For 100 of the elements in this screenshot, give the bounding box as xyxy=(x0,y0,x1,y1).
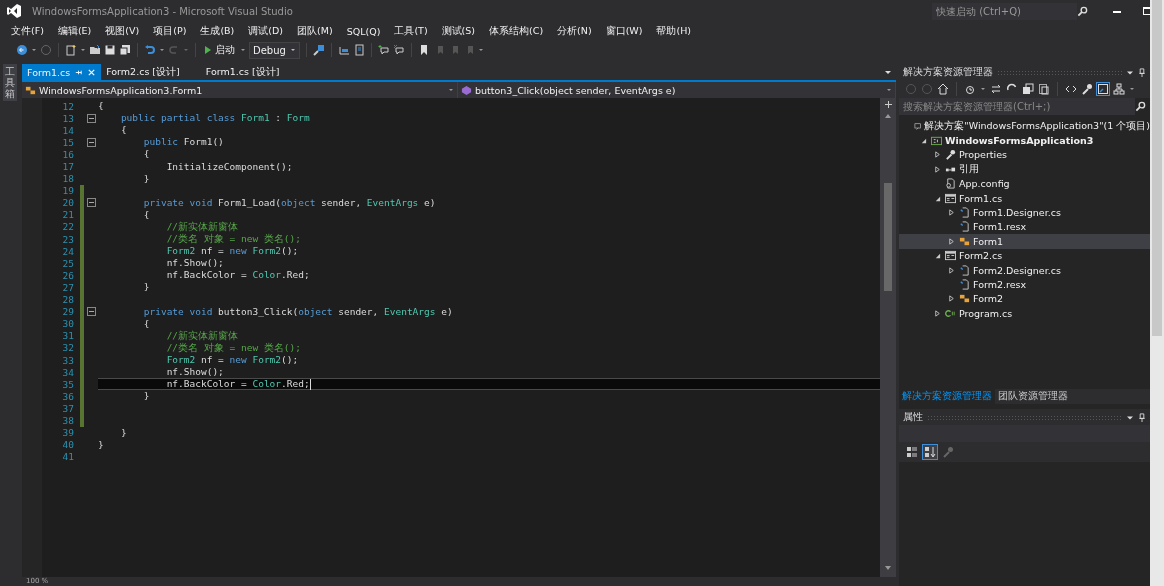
code-view-icon[interactable] xyxy=(1065,83,1077,95)
collapsed-icon[interactable] xyxy=(934,151,941,159)
tree-item[interactable]: 解决方案"WindowsFormsApplication3"(1 个项目) xyxy=(899,119,1150,134)
collapsed-icon[interactable] xyxy=(948,209,955,217)
menu-item[interactable]: 团队(M) xyxy=(290,24,340,38)
categorized-button[interactable] xyxy=(904,444,920,460)
document-tab[interactable]: Form1.cs xyxy=(22,64,102,80)
line-number: 14 xyxy=(61,124,75,136)
find-icon[interactable] xyxy=(313,44,325,56)
member-dropdown[interactable]: button3_Click(object sender, EventArgs e) xyxy=(458,82,896,98)
form-icon xyxy=(945,192,956,204)
menu-item[interactable]: 分析(N) xyxy=(550,24,599,38)
open-folder-icon[interactable] xyxy=(89,44,101,56)
config-dropdown[interactable]: Debug xyxy=(249,41,300,59)
toolbox-tab[interactable]: 工具箱 xyxy=(3,64,17,101)
collapse-icon[interactable] xyxy=(86,307,96,317)
search-field[interactable]: 搜索解决方案资源管理器(Ctrl+;) xyxy=(899,98,1135,115)
collapsed-icon[interactable] xyxy=(934,165,941,173)
tree-item[interactable]: 引用 xyxy=(899,162,1150,177)
vs-logo-icon xyxy=(6,3,22,19)
collapse-all-icon[interactable] xyxy=(1022,83,1034,95)
menu-item[interactable]: 体系结构(C) xyxy=(482,24,551,38)
collapsed-icon[interactable] xyxy=(948,295,955,303)
scroll-down-icon[interactable] xyxy=(884,565,892,571)
code-line: } xyxy=(142,281,150,294)
preview-icon[interactable] xyxy=(1097,83,1109,95)
collapsed-icon[interactable] xyxy=(934,309,941,317)
caret-icon[interactable] xyxy=(478,47,484,53)
collapse-icon[interactable] xyxy=(86,137,96,147)
scroll-up-icon[interactable] xyxy=(884,113,892,119)
back-icon[interactable] xyxy=(16,44,28,56)
save-icon[interactable] xyxy=(104,44,116,56)
save-all-icon[interactable] xyxy=(119,44,131,56)
menu-item[interactable]: 生成(B) xyxy=(193,24,242,38)
home-icon[interactable] xyxy=(937,83,949,95)
start-button[interactable]: 启动 xyxy=(202,43,237,57)
close-icon[interactable] xyxy=(87,67,97,77)
tree-item[interactable]: Form2.cs xyxy=(899,248,1150,263)
panel-tab[interactable]: 团队资源管理器 xyxy=(995,389,1071,404)
sync-icon[interactable] xyxy=(990,83,1002,95)
show-all-files-icon[interactable] xyxy=(1038,83,1050,95)
expanded-icon[interactable] xyxy=(934,252,941,260)
tab-list-icon[interactable] xyxy=(884,68,892,76)
quick-launch-field[interactable]: 快速启动 (Ctrl+Q) xyxy=(932,2,1077,20)
menu-item[interactable]: 编辑(E) xyxy=(50,24,99,38)
type-dropdown[interactable]: WindowsFormsApplication3.Form1 xyxy=(22,82,458,98)
undo-icon[interactable] xyxy=(144,44,156,56)
collapsed-icon[interactable] xyxy=(948,266,955,274)
add-comment-icon[interactable] xyxy=(378,44,390,56)
pin-icon[interactable] xyxy=(1138,412,1146,422)
menu-item[interactable]: 工具(T) xyxy=(387,24,435,38)
caret-icon[interactable] xyxy=(31,47,37,53)
tree-item[interactable]: Form1.Designer.cs xyxy=(899,205,1150,220)
scrollbar[interactable] xyxy=(1150,0,1164,586)
tree-item[interactable]: Program.cs xyxy=(899,306,1150,321)
menu-item[interactable]: 窗口(W) xyxy=(598,24,650,38)
scrollbar-thumb[interactable] xyxy=(884,183,892,291)
caret-icon[interactable] xyxy=(980,86,986,92)
tree-item[interactable]: Form2.Designer.cs xyxy=(899,262,1150,278)
tree-item[interactable]: Form1.resx xyxy=(899,219,1150,235)
tree-item[interactable]: App.config xyxy=(899,176,1150,191)
uncomment-icon[interactable] xyxy=(353,44,365,56)
history-icon[interactable] xyxy=(964,83,976,95)
caret-icon[interactable] xyxy=(80,47,86,53)
document-tab[interactable]: Form2.cs [设计] xyxy=(101,64,185,80)
collapsed-icon[interactable] xyxy=(948,237,955,245)
collapse-icon[interactable] xyxy=(86,113,96,123)
split-icon[interactable] xyxy=(883,100,893,109)
pin-icon[interactable] xyxy=(1138,67,1146,77)
caret-icon[interactable] xyxy=(159,47,165,53)
alphabetical-button[interactable] xyxy=(922,444,938,460)
bookmark-icon[interactable] xyxy=(418,44,430,56)
tree-item[interactable]: Form2.resx xyxy=(899,277,1150,292)
comment-icon[interactable] xyxy=(338,44,350,56)
document-tab[interactable]: Form1.cs [设计] xyxy=(200,64,285,80)
tree-item[interactable]: Properties xyxy=(899,147,1150,163)
tree-item[interactable]: Form2 xyxy=(899,291,1150,307)
expanded-icon[interactable] xyxy=(920,137,927,145)
class-diagram-icon[interactable] xyxy=(1113,83,1125,95)
menu-item[interactable]: 测试(S) xyxy=(434,24,483,38)
menu-item[interactable]: 调试(D) xyxy=(241,24,291,38)
tree-item[interactable]: WindowsFormsApplication3 xyxy=(899,133,1150,148)
properties-icon[interactable] xyxy=(1081,83,1093,95)
line-number: 24 xyxy=(61,245,75,257)
menu-item[interactable]: 帮助(H) xyxy=(649,24,698,38)
collapse-icon[interactable] xyxy=(86,198,96,208)
menu-item[interactable]: SQL(Q) xyxy=(339,25,388,37)
expanded-icon[interactable] xyxy=(934,194,941,202)
new-project-icon[interactable] xyxy=(65,44,77,56)
caret-icon[interactable] xyxy=(240,47,246,53)
tree-item[interactable]: Form1.cs xyxy=(899,190,1150,206)
remove-comment-icon[interactable] xyxy=(393,44,405,56)
tree-item[interactable]: Form1 xyxy=(899,234,1150,249)
panel-tab[interactable]: 解决方案资源管理器 xyxy=(899,389,995,404)
caret-icon[interactable] xyxy=(1129,86,1135,92)
caret-icon[interactable] xyxy=(183,47,189,53)
menu-item[interactable]: 项目(P) xyxy=(146,24,194,38)
menu-item[interactable]: 文件(F) xyxy=(4,24,51,38)
line-number: 41 xyxy=(61,451,75,463)
menu-item[interactable]: 视图(V) xyxy=(98,24,147,38)
